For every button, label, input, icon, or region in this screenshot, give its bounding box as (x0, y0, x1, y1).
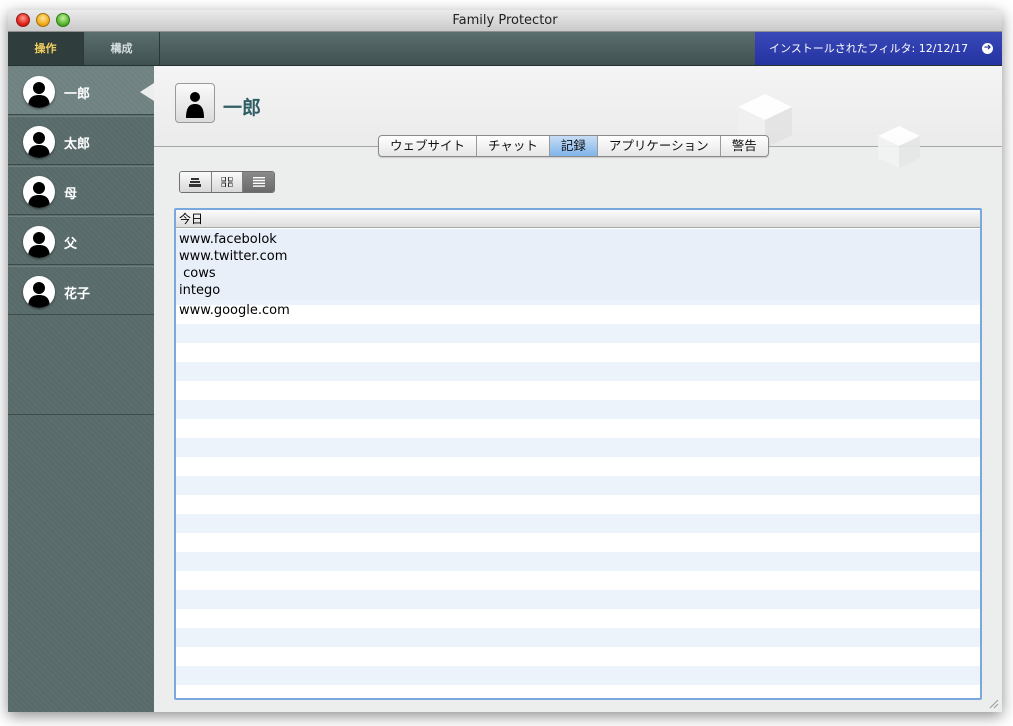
decorative-cube-icon (878, 126, 920, 168)
sidebar-user-mother[interactable]: 母 (8, 166, 154, 215)
activity-tabs: ウェブサイト チャット 記録 アプリケーション 警告 (378, 135, 769, 157)
table-row[interactable]: www.google.com (179, 302, 290, 319)
tab-applications[interactable]: アプリケーション (598, 136, 721, 156)
sidebar-user-name: 母 (64, 187, 78, 202)
user-header: 一郎 ウェブサイト チャット 記録 アプリケーション 警告 (154, 66, 1002, 168)
arrow-right-circle-icon: ➜ (982, 43, 993, 54)
user-sidebar: 一郎 太郎 母 父 花子 (8, 66, 154, 712)
stack-view-icon (189, 178, 202, 187)
tab-operation[interactable]: 操作 (8, 32, 84, 65)
list-view-button[interactable] (243, 172, 274, 192)
sidebar-user-ichiro[interactable]: 一郎 (8, 66, 154, 115)
stack-view-button[interactable] (180, 172, 212, 192)
main-panel: 一郎 ウェブサイト チャット 記録 アプリケーション 警告 今日 www.fac… (154, 66, 1002, 712)
tab-alerts[interactable]: 警告 (721, 136, 768, 156)
user-silhouette-icon (186, 92, 204, 118)
sidebar-divider (8, 414, 154, 415)
sidebar-user-name: 花子 (64, 287, 91, 302)
user-silhouette-icon (23, 126, 55, 158)
page-title: 一郎 (223, 97, 262, 119)
list-view-icon (252, 177, 265, 187)
app-window: Family Protector 操作 構成 インストールされたフィルタ: 12… (8, 10, 1002, 712)
view-switcher (179, 171, 275, 193)
table-row[interactable]: intego (179, 282, 220, 299)
today-group (176, 229, 980, 300)
table-row[interactable]: cows (179, 265, 216, 282)
sidebar-user-hanako[interactable]: 花子 (8, 266, 154, 315)
filter-status-label: インストールされたフィルタ: 12/12/17 (769, 42, 969, 55)
top-toolbar: 操作 構成 インストールされたフィルタ: 12/12/17 ➜ (8, 32, 1002, 66)
grid-view-icon (221, 177, 233, 187)
table-row[interactable]: www.facebolok (179, 231, 277, 248)
title-bar: Family Protector (8, 10, 1002, 32)
column-header[interactable]: 今日 (176, 210, 980, 228)
sidebar-user-name: 父 (64, 237, 78, 252)
tab-websites[interactable]: ウェブサイト (379, 136, 478, 156)
tab-configuration[interactable]: 構成 (84, 32, 160, 65)
filter-status-button[interactable]: インストールされたフィルタ: 12/12/17 ➜ (755, 32, 1002, 65)
user-silhouette-icon (23, 276, 55, 308)
user-silhouette-icon (23, 76, 55, 108)
sidebar-user-father[interactable]: 父 (8, 216, 154, 265)
sidebar-user-taro[interactable]: 太郎 (8, 116, 154, 165)
user-silhouette-icon (23, 176, 55, 208)
selection-pointer (140, 83, 154, 101)
resize-grip-icon[interactable] (988, 698, 999, 709)
log-table[interactable]: 今日 www.facebolok www.twitter.com cows in… (174, 208, 982, 700)
table-row[interactable]: www.twitter.com (179, 248, 287, 265)
sidebar-user-name: 一郎 (64, 87, 91, 102)
user-silhouette-icon (23, 226, 55, 258)
window-title: Family Protector (452, 13, 558, 28)
sidebar-user-name: 太郎 (64, 137, 91, 152)
tab-chat[interactable]: チャット (477, 136, 550, 156)
grid-view-button[interactable] (211, 172, 244, 192)
header-user-avatar (175, 83, 215, 123)
tab-log[interactable]: 記録 (549, 136, 598, 156)
